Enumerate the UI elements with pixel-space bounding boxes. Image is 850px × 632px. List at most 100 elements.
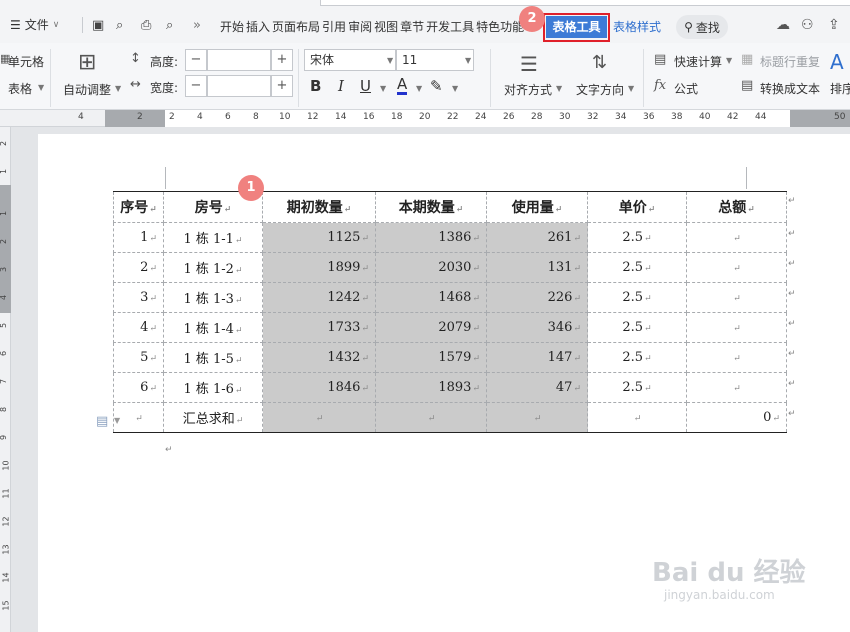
table-cell-selected[interactable]: 1386↵ [375,222,487,253]
table-cell[interactable]: 2.5↵ [587,252,687,283]
table-cell-selected[interactable]: 47↵ [486,372,588,403]
italic-button[interactable]: I [338,77,344,95]
table-cell-selected[interactable]: 1242↵ [262,282,376,313]
tab-developer[interactable]: 开发工具 [425,18,475,35]
table-cell[interactable]: 2.5↵ [587,372,687,403]
table-cell[interactable]: 5↵ [113,342,164,373]
header-cell[interactable]: 使用量↵ [486,191,588,223]
print-icon[interactable]: ⎙ [141,18,151,33]
height-increase-button[interactable]: + [271,49,293,71]
header-cell[interactable]: 期初数量↵ [262,191,376,223]
table-cell-selected[interactable]: 261↵ [486,222,588,253]
table-cell-selected[interactable]: 346↵ [486,312,588,343]
table-cell-selected[interactable]: 2079↵ [375,312,487,343]
more-icon[interactable]: » [193,18,201,33]
table-cell-selected[interactable]: 1846↵ [262,372,376,403]
table-cell[interactable]: ↵ [686,252,787,283]
format-painter-icon[interactable]: ⌕ [116,18,123,33]
table-cell[interactable]: 3↵ [113,282,164,313]
table-cell[interactable]: 4↵ [113,312,164,343]
table-cell[interactable]: ↵ [587,402,687,433]
table-cell-selected[interactable]: 131↵ [486,252,588,283]
table-cell[interactable]: 1 栋 1-1↵ [163,222,263,253]
table-cell[interactable]: 1 栋 1-6↵ [163,372,263,403]
table-cell[interactable]: 2.5↵ [587,222,687,253]
table-cell[interactable]: 2↵ [113,252,164,283]
auto-adjust-button[interactable]: 自动调整 [63,81,111,98]
align-button[interactable]: 对齐方式 [504,81,552,98]
tab-table-style[interactable]: 表格样式 [613,18,661,35]
width-input[interactable] [207,75,271,97]
vertical-ruler[interactable]: 2 1 1 2 3 4 5 6 7 8 9 10 11 12 13 14 15 [0,127,11,632]
table-cell[interactable]: 1 栋 1-5↵ [163,342,263,373]
table-cell[interactable]: ↵ [686,372,787,403]
table-cell[interactable]: 2.5↵ [587,342,687,373]
table-cell-selected[interactable]: 147↵ [486,342,588,373]
table-cell-selected[interactable]: 1125↵ [262,222,376,253]
table-cell[interactable]: 1 栋 1-2↵ [163,252,263,283]
data-table[interactable]: 序号↵ 房号↵ 期初数量↵ 本期数量↵ 使用量↵ 单价↵ 总额↵ 1↵ 1 栋 … [113,191,787,433]
split-cell-button[interactable]: 单元格 [8,53,44,70]
save-icon[interactable]: ▣ [92,18,104,33]
width-increase-button[interactable]: + [271,75,293,97]
table-cell[interactable]: 1 栋 1-4↵ [163,312,263,343]
text-direction-button[interactable]: 文字方向 [576,81,624,98]
table-cell[interactable]: ↵ [686,342,787,373]
tab-review[interactable]: 审阅 [347,18,373,35]
bold-button[interactable]: B [310,77,321,95]
underline-button[interactable]: U [360,77,371,95]
header-cell[interactable]: 单价↵ [587,191,687,223]
table-cell-selected[interactable]: 226↵ [486,282,588,313]
quick-calc-button[interactable]: 快速计算 [674,53,722,70]
table-cell-selected[interactable]: 1579↵ [375,342,487,373]
print-preview-icon[interactable]: ⌕ [166,18,173,33]
table-cell-selected[interactable]: ↵ [262,402,376,433]
share-icon[interactable]: ⇪ [828,17,840,33]
tab-page-layout[interactable]: 页面布局 [271,18,321,35]
table-cell[interactable]: ↵ [686,282,787,313]
formula-button[interactable]: 公式 [674,80,698,97]
convert-text-button[interactable]: 转换成文本 [760,80,820,97]
user-icon[interactable]: ⚇ [801,17,814,33]
horizontal-ruler[interactable]: 4 2 2 4 6 8 10 12 14 16 18 20 22 24 26 2… [0,110,850,127]
table-menu-button[interactable]: 表格 [8,80,32,97]
table-cell-selected[interactable]: ↵ [375,402,487,433]
table-cell[interactable]: ↵ [113,402,164,433]
font-name-select[interactable]: 宋体 [304,49,396,71]
height-input[interactable] [207,49,271,71]
table-cell-selected[interactable]: 1432↵ [262,342,376,373]
table-cell[interactable]: 1 栋 1-3↵ [163,282,263,313]
height-decrease-button[interactable]: − [185,49,207,71]
tab-references[interactable]: 引用 [321,18,347,35]
table-cell[interactable]: ↵ [686,312,787,343]
table-cell-selected[interactable]: 2030↵ [375,252,487,283]
table-cell[interactable]: 6↵ [113,372,164,403]
document-handle-icon[interactable]: ▤ [96,414,108,429]
tab-section[interactable]: 章节 [399,18,425,35]
table-cell[interactable]: 汇总求和↵ [163,402,263,433]
table-cell[interactable]: 0↵ [686,402,787,433]
file-menu-button[interactable]: ☰ 文件 ∨ [10,16,59,33]
font-color-button[interactable]: A [397,77,408,95]
tab-features[interactable]: 特色功能 [475,18,525,35]
tab-home[interactable]: 开始 [219,18,245,35]
header-cell[interactable]: 总额↵ [686,191,787,223]
table-cell[interactable]: ↵ [686,222,787,253]
header-cell[interactable]: 本期数量↵ [375,191,487,223]
tab-insert[interactable]: 插入 [245,18,271,35]
search-button[interactable]: ⚲ 查找 [676,15,728,39]
table-cell-selected[interactable]: 1899↵ [262,252,376,283]
table-cell-selected[interactable]: 1893↵ [375,372,487,403]
table-cell[interactable]: 2.5↵ [587,282,687,313]
sort-button[interactable]: 排序 [830,80,850,97]
table-cell-selected[interactable]: 1733↵ [262,312,376,343]
tab-view[interactable]: 视图 [373,18,399,35]
width-decrease-button[interactable]: − [185,75,207,97]
table-cell[interactable]: 1↵ [113,222,164,253]
header-repeat-button[interactable]: 标题行重复 [760,53,820,70]
highlighter-icon[interactable]: ✎ [430,77,443,95]
table-cell-selected[interactable]: 1468↵ [375,282,487,313]
table-cell[interactable]: 2.5↵ [587,312,687,343]
header-cell[interactable]: 序号↵ [113,191,164,223]
cloud-icon[interactable]: ☁ [776,17,790,33]
